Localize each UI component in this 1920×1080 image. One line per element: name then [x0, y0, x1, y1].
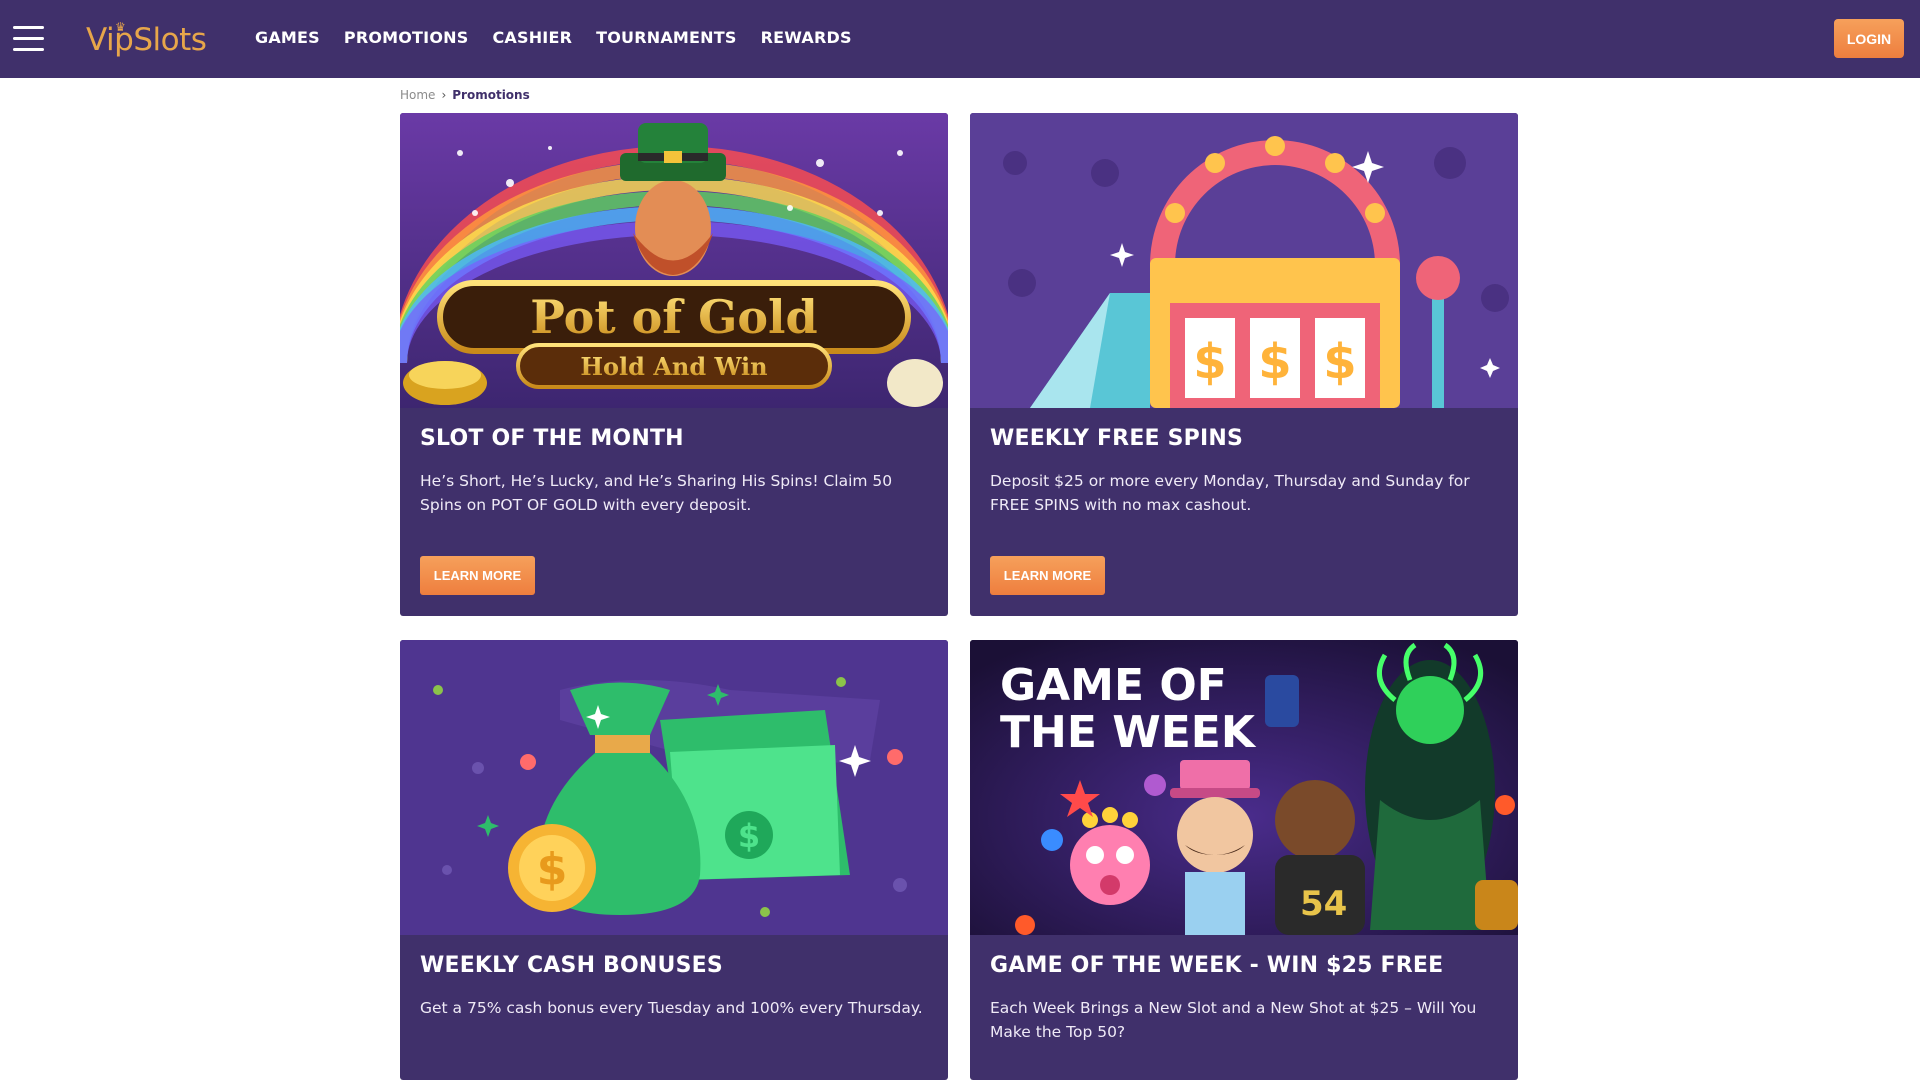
nav-promotions[interactable]: PROMOTIONS — [344, 28, 469, 47]
learn-more-button[interactable]: LEARN MORE — [990, 556, 1105, 595]
svg-text:54: 54 — [1300, 884, 1347, 924]
game-of-the-week-banner-image: GAME OF THE WEEK 54 — [970, 640, 1518, 935]
learn-more-button[interactable]: LEARN MORE — [420, 556, 535, 595]
card-title: WEEKLY CASH BONUSES — [420, 953, 723, 978]
top-navbar: ♛ VipSlots GAMES PROMOTIONS CASHIER TOUR… — [0, 0, 1920, 78]
money-bag-image: $ $ — [400, 640, 948, 935]
main-nav: GAMES PROMOTIONS CASHIER TOURNAMENTS REW… — [255, 28, 852, 47]
svg-text:THE WEEK: THE WEEK — [1000, 707, 1257, 758]
card-description: Get a 75% cash bonus every Tuesday and 1… — [420, 999, 923, 1017]
promo-card-weekly-free-spins: $ $ $ WEEKLY FREE SPINS Deposit $25 or m… — [970, 113, 1518, 616]
svg-text:$: $ — [1323, 334, 1356, 390]
card-description: Deposit $25 or more every Monday, Thursd… — [990, 472, 1470, 514]
promo-card-slot-of-the-month: Pot of Gold Hold And Win SLOT OF THE MON… — [400, 113, 948, 616]
nav-tournaments[interactable]: TOURNAMENTS — [596, 28, 736, 47]
svg-text:Pot of Gold: Pot of Gold — [530, 290, 817, 344]
vipslots-logo[interactable]: ♛ VipSlots — [86, 18, 207, 62]
promo-card-game-of-the-week: GAME OF THE WEEK 54 GAME OF THE WEEK - W… — [970, 640, 1518, 1080]
svg-text:$: $ — [738, 817, 760, 855]
breadcrumb-current: Promotions — [452, 88, 530, 102]
card-title: GAME OF THE WEEK - WIN $25 FREE — [990, 953, 1444, 978]
nav-games[interactable]: GAMES — [255, 28, 320, 47]
hamburger-menu-icon[interactable] — [13, 26, 44, 52]
nav-rewards[interactable]: REWARDS — [761, 28, 852, 47]
card-description: He’s Short, He’s Lucky, and He’s Sharing… — [420, 472, 893, 514]
nav-cashier[interactable]: CASHIER — [492, 28, 572, 47]
chevron-right-icon: › — [441, 88, 447, 102]
crown-icon: ♛ — [115, 20, 126, 34]
login-button[interactable]: LOGIN — [1834, 19, 1904, 58]
card-title: WEEKLY FREE SPINS — [990, 426, 1244, 451]
card-description: Each Week Brings a New Slot and a New Sh… — [990, 999, 1477, 1041]
svg-text:$: $ — [1193, 334, 1226, 390]
breadcrumb-home-link[interactable]: Home — [400, 88, 435, 102]
svg-text:$: $ — [537, 844, 568, 895]
pot-of-gold-banner-image: Pot of Gold Hold And Win — [400, 113, 948, 408]
svg-text:Hold And Win: Hold And Win — [580, 352, 767, 381]
svg-text:GAME OF: GAME OF — [1000, 660, 1227, 711]
promo-card-weekly-cash-bonuses: $ $ WEEKLY CASH BONUSES Get a 75% cash b… — [400, 640, 948, 1080]
breadcrumb: Home › Promotions — [400, 88, 530, 102]
svg-text:$: $ — [1258, 334, 1291, 390]
slot-machine-image: $ $ $ — [970, 113, 1518, 408]
card-title: SLOT OF THE MONTH — [420, 426, 684, 451]
